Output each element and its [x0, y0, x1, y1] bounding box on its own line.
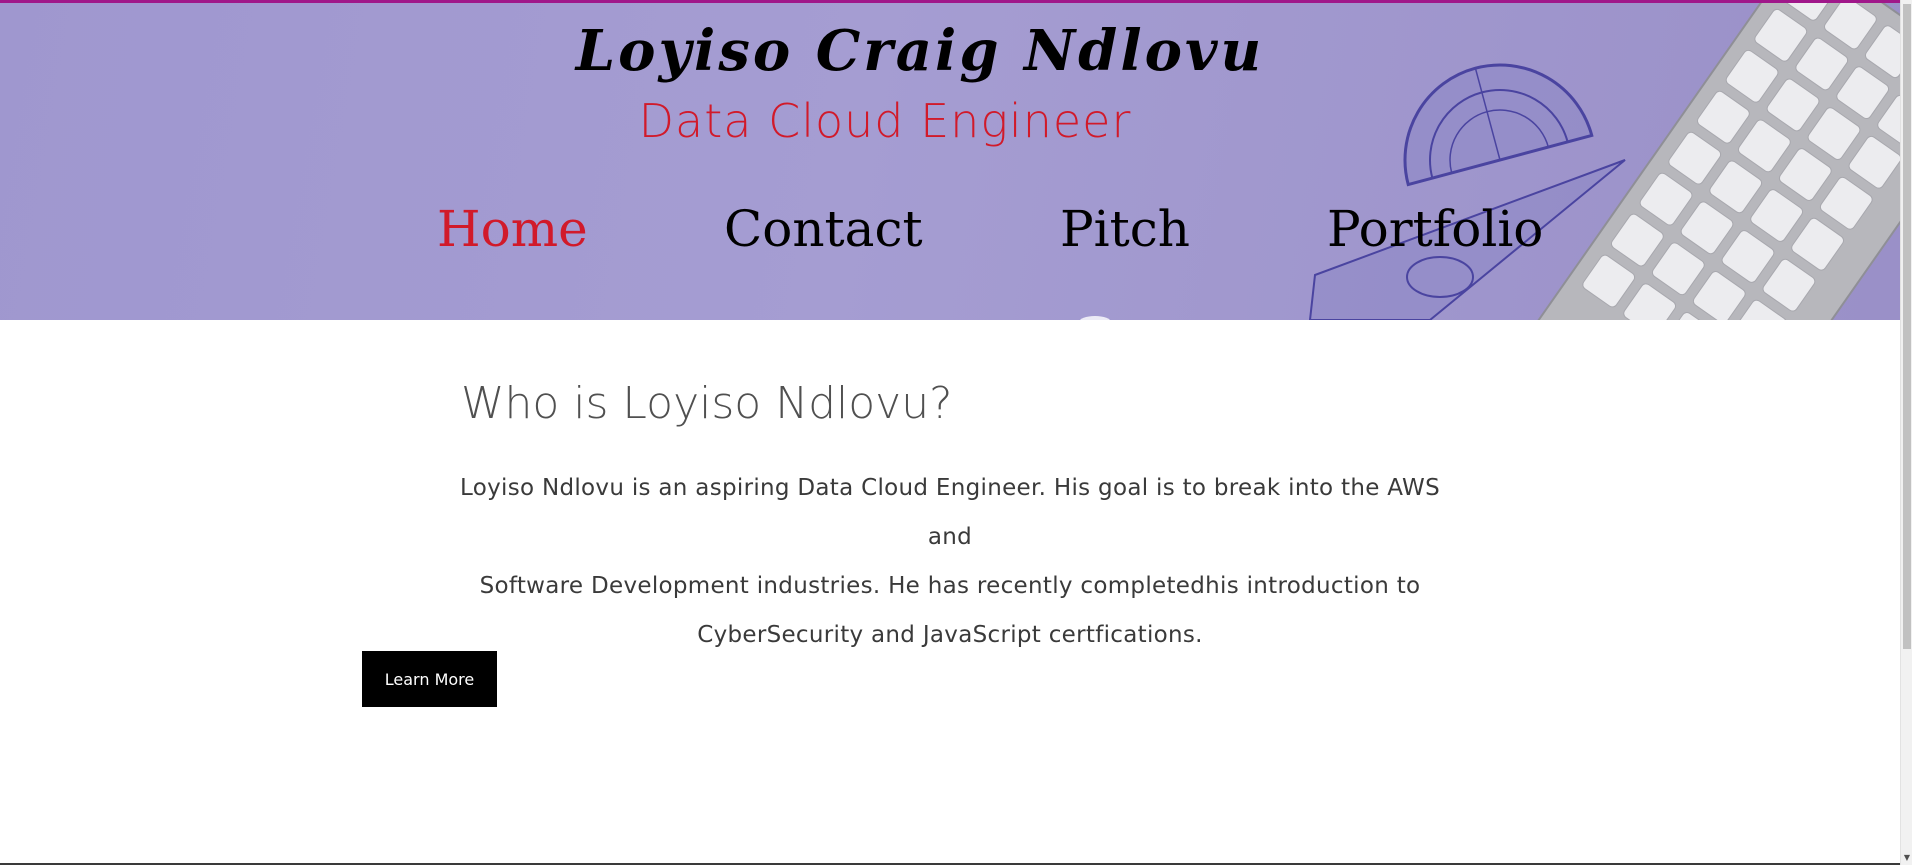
nav-link-home[interactable]: Home	[437, 200, 588, 258]
nav-link-pitch[interactable]: Pitch	[1060, 200, 1190, 258]
site-title: Loyiso Craig Ndlovu	[575, 18, 1265, 84]
intro-line: Software Development industries. He has …	[479, 573, 1421, 599]
nav-link-contact[interactable]: Contact	[724, 200, 923, 258]
intro-line: CyberSecurity and JavaScript certficatio…	[697, 622, 1203, 648]
nav-link-portfolio[interactable]: Portfolio	[1327, 200, 1543, 258]
header-banner: Loyiso Craig Ndlovu Data Cloud Engineer …	[0, 0, 1900, 320]
chevron-down-icon[interactable]: ▼	[1902, 853, 1912, 863]
section-heading: Who is Loyiso Ndlovu?	[461, 378, 953, 429]
scrollbar-thumb[interactable]	[1903, 4, 1911, 649]
intro-paragraph: Loyiso Ndlovu is an aspiring Data Cloud …	[440, 464, 1460, 660]
page-scrollbar[interactable]: ▼	[1900, 0, 1912, 865]
learn-more-button[interactable]: Learn More	[362, 651, 497, 707]
site-subtitle: Data Cloud Engineer	[638, 94, 1132, 148]
top-accent-line	[0, 0, 1900, 3]
intro-line: Loyiso Ndlovu is an aspiring Data Cloud …	[460, 475, 1440, 550]
